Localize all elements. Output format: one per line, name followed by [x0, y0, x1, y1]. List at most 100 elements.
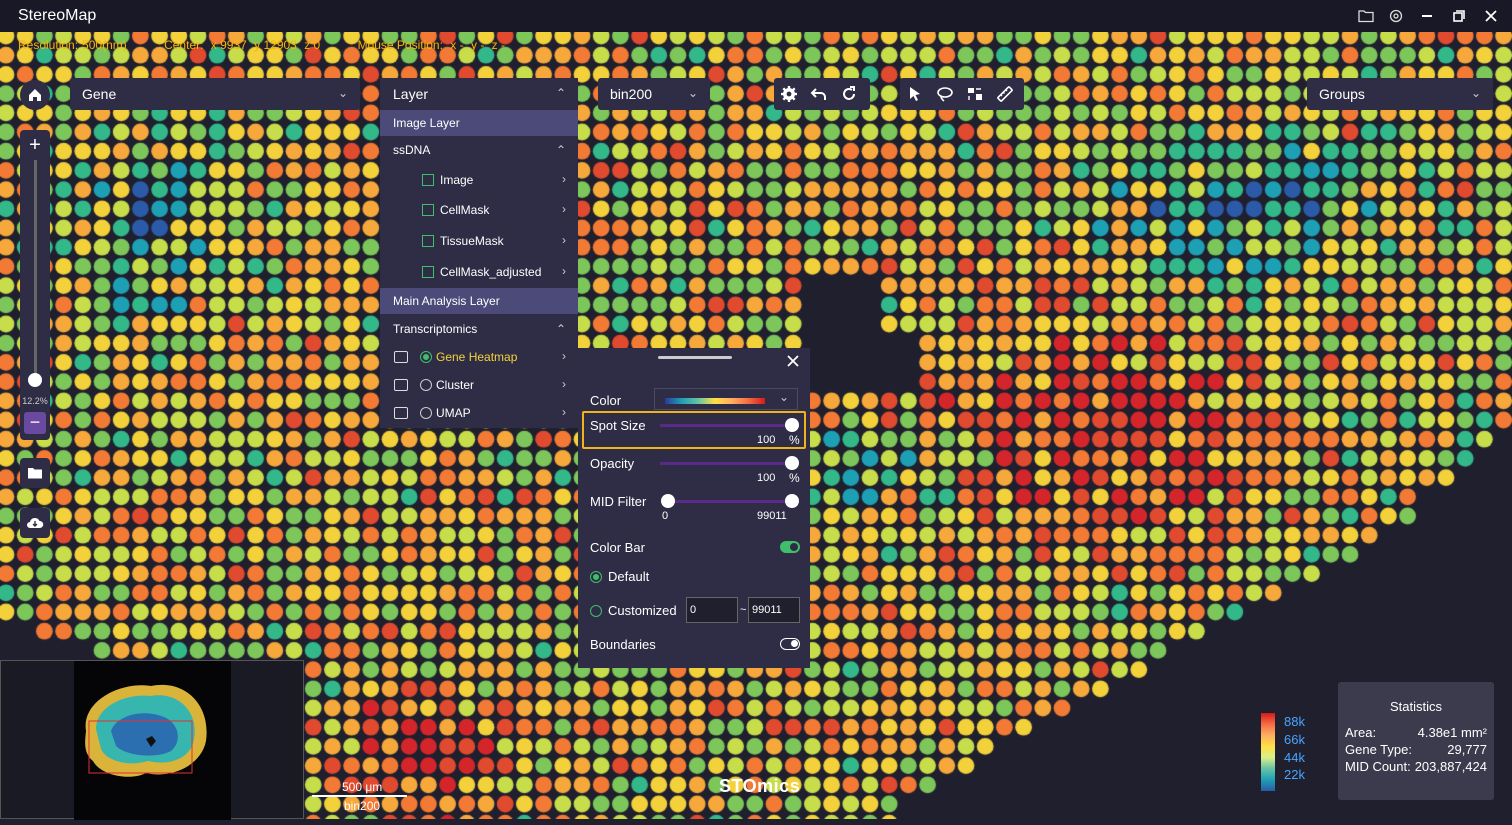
default-option[interactable]: Default — [590, 569, 649, 584]
chevron-up-icon: ⌃ — [555, 86, 566, 100]
custom-min-input[interactable] — [686, 597, 738, 623]
layers-icon — [394, 351, 408, 363]
statistics-panel: Statistics Area: 4.38e1 mm² Gene Type: 2… — [1338, 682, 1494, 800]
chevron-right-icon: › — [562, 349, 566, 363]
custom-max-input[interactable] — [748, 597, 800, 623]
gear-icon — [781, 86, 797, 102]
ruler-button[interactable] — [990, 79, 1020, 109]
image-layer-header[interactable]: Image Layer — [380, 110, 578, 136]
close-panel-button[interactable] — [786, 354, 800, 371]
zoom-track[interactable] — [34, 160, 37, 380]
pointer-button[interactable] — [900, 79, 930, 109]
mid-filter-max: 99011 — [757, 510, 787, 522]
layer-item-label: Image — [440, 173, 474, 187]
home-button[interactable] — [20, 80, 50, 110]
restore-icon[interactable] — [1449, 6, 1469, 26]
refresh-button[interactable] — [834, 79, 864, 109]
opacity-handle[interactable] — [785, 456, 799, 470]
settings-icon[interactable] — [1386, 6, 1406, 26]
heatmap-settings-panel: Color ⌄ Spot Size 100 % Opacity 100 % MI… — [578, 348, 810, 668]
layer-item-label: CellMask — [440, 203, 490, 217]
layer-panel-header[interactable]: Layer ⌃ — [380, 78, 578, 110]
opacity-label: Opacity — [590, 456, 635, 471]
cloud-download-button[interactable] — [20, 508, 50, 538]
zoom-slider[interactable]: + 12.2% − — [20, 130, 50, 440]
spot-size-track[interactable] — [660, 424, 792, 427]
lasso-icon — [937, 87, 953, 102]
layer-item-label: Gene Heatmap — [436, 350, 518, 364]
region-select-button[interactable] — [960, 79, 990, 109]
minimap[interactable] — [0, 660, 304, 820]
layer-panel-title: Layer — [393, 86, 429, 102]
checkbox[interactable] — [422, 174, 434, 186]
mouse-position-label: Mouse Position: — [357, 38, 443, 52]
zoom-in-button[interactable]: + — [24, 134, 46, 156]
cursor-icon — [910, 87, 920, 101]
zoom-level: 12.2% — [22, 396, 48, 406]
lasso-button[interactable] — [930, 79, 960, 109]
mid-count-label: MID Count: — [1345, 759, 1411, 774]
undo-button[interactable] — [804, 79, 834, 109]
layer-item-tissuemask[interactable]: TissueMask › — [380, 226, 578, 256]
color-map-select[interactable]: ⌄ — [654, 388, 798, 410]
transcriptomics-label: Transcriptomics — [393, 322, 478, 336]
layer-item-cellmask-adjusted[interactable]: CellMask_adjusted › — [380, 257, 578, 287]
groups-dropdown[interactable]: Groups ⌄ — [1307, 78, 1493, 110]
boundaries-toggle[interactable] — [780, 638, 800, 650]
mid-filter-max-handle[interactable] — [785, 494, 799, 508]
layer-item-image[interactable]: Image › — [380, 165, 578, 195]
range-separator: ~ — [740, 604, 747, 616]
zoom-out-button[interactable]: − — [24, 412, 46, 434]
area-value: 4.38e1 mm² — [1417, 725, 1487, 740]
gene-type-label: Gene Type: — [1345, 742, 1412, 757]
chevron-right-icon: › — [562, 377, 566, 391]
opacity-unit: % — [789, 471, 800, 485]
brand-logo: STOmics — [719, 776, 801, 796]
layers-icon — [394, 407, 408, 419]
toolbar-view — [774, 78, 870, 110]
cloud-download-icon — [27, 517, 44, 528]
color-legend-bar — [1261, 713, 1275, 791]
area-label: Area: — [1345, 725, 1377, 740]
center-x: x 9937 — [210, 38, 247, 52]
mid-filter-label: MID Filter — [590, 494, 647, 509]
spot-size-handle[interactable] — [785, 418, 799, 432]
layer-item-umap[interactable]: UMAP › — [380, 399, 578, 427]
close-icon — [787, 355, 799, 367]
layer-item-cellmask[interactable]: CellMask › — [380, 195, 578, 225]
radio[interactable] — [590, 604, 602, 617]
zoom-handle[interactable] — [28, 373, 42, 387]
minimize-icon[interactable] — [1417, 6, 1437, 26]
layer-item-gene-heatmap[interactable]: Gene Heatmap › — [380, 343, 578, 371]
open-file-button[interactable] — [20, 458, 50, 488]
scale-bin: bin200 — [344, 799, 381, 813]
opacity-track[interactable] — [660, 462, 792, 465]
gene-dropdown[interactable]: Gene ⌄ — [70, 78, 360, 110]
checkbox[interactable] — [422, 235, 434, 247]
layer-item-cluster[interactable]: Cluster › — [380, 371, 578, 399]
close-icon[interactable] — [1481, 6, 1501, 26]
checkbox[interactable] — [422, 266, 434, 278]
color-bar-toggle[interactable] — [780, 541, 800, 553]
customized-label: Customized — [608, 603, 677, 618]
undo-icon — [810, 88, 826, 100]
open-folder-icon[interactable] — [1356, 6, 1376, 26]
radio-selected[interactable] — [420, 351, 432, 363]
ssdna-group[interactable]: ssDNA ⌃ — [380, 136, 578, 164]
bin-dropdown[interactable]: bin200 ⌄ — [598, 78, 710, 110]
customized-option[interactable]: Customized — [590, 603, 677, 618]
folder-icon — [28, 468, 42, 479]
app-title: StereoMap — [18, 7, 97, 24]
gene-type-value: 29,777 — [1447, 742, 1487, 757]
ruler-icon — [997, 86, 1013, 102]
mid-filter-min-handle[interactable] — [661, 494, 675, 508]
main-analysis-layer-header[interactable]: Main Analysis Layer — [380, 288, 578, 314]
checkbox[interactable] — [422, 204, 434, 216]
radio[interactable] — [420, 379, 432, 391]
settings-button[interactable] — [774, 79, 804, 109]
radio[interactable] — [420, 407, 432, 419]
mid-filter-track[interactable] — [668, 500, 792, 503]
transcriptomics-group[interactable]: Transcriptomics ⌃ — [380, 315, 578, 343]
radio-selected[interactable] — [590, 570, 602, 583]
drag-handle[interactable] — [658, 356, 732, 359]
